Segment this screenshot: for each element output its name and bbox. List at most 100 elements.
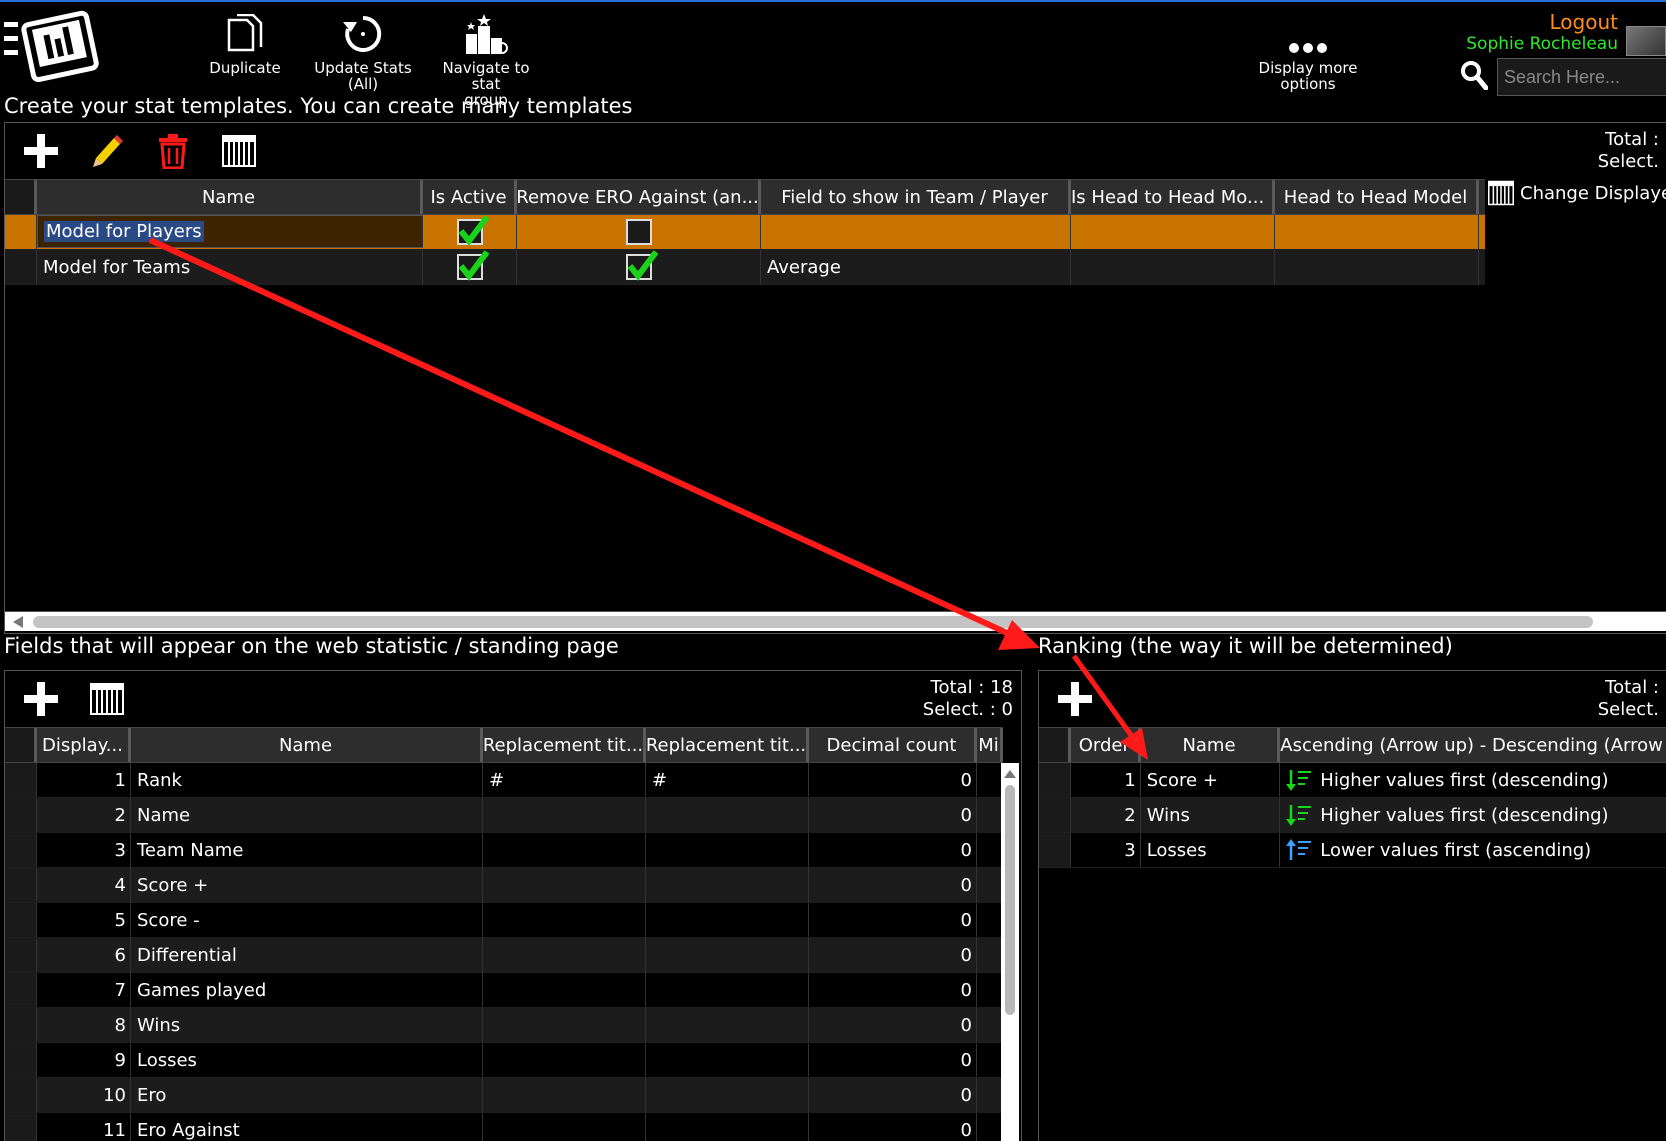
field-replacement-2[interactable] xyxy=(646,1078,809,1112)
field-order[interactable]: 7 xyxy=(37,973,131,1007)
col-order[interactable]: Order xyxy=(1071,728,1141,762)
field-decimal-count[interactable]: 0 xyxy=(809,973,977,1007)
is-active-cell[interactable] xyxy=(423,250,517,284)
templates-hscrollbar[interactable] xyxy=(5,611,1666,631)
col-name[interactable]: Name xyxy=(37,180,423,214)
columns-button[interactable] xyxy=(219,131,259,171)
field-order[interactable]: 11 xyxy=(37,1113,131,1141)
field-min[interactable] xyxy=(977,1008,1003,1042)
is-active-checkbox[interactable] xyxy=(456,215,489,246)
ranking-direction[interactable]: Higher values first (descending) xyxy=(1280,763,1666,797)
field-min[interactable] xyxy=(977,833,1003,867)
field-decimal-count[interactable]: 0 xyxy=(809,938,977,972)
field-min[interactable] xyxy=(977,868,1003,902)
ranking-order[interactable]: 2 xyxy=(1071,798,1141,832)
field-row[interactable]: 8 Wins 0 xyxy=(5,1008,1003,1043)
change-displayed-columns-button[interactable]: Change Displayed xyxy=(1488,180,1666,206)
field-replacement-1[interactable] xyxy=(483,868,646,902)
field-decimal-count[interactable]: 0 xyxy=(809,1078,977,1112)
field-row[interactable]: 9 Losses 0 xyxy=(5,1043,1003,1078)
field-name[interactable]: Differential xyxy=(131,938,483,972)
field-row[interactable]: 2 Name 0 xyxy=(5,798,1003,833)
field-decimal-count[interactable]: 0 xyxy=(809,1043,977,1077)
add-template-button[interactable] xyxy=(21,131,61,171)
field-order[interactable]: 6 xyxy=(37,938,131,972)
col-field-to-show[interactable]: Field to show in Team / Player xyxy=(761,180,1071,214)
is-active-cell[interactable] xyxy=(423,215,517,249)
field-decimal-count[interactable]: 0 xyxy=(809,833,977,867)
field-replacement-2[interactable] xyxy=(646,903,809,937)
h2h-model-cell[interactable] xyxy=(1275,250,1479,284)
field-decimal-count[interactable]: 0 xyxy=(809,868,977,902)
vscroll-thumb[interactable] xyxy=(1005,785,1015,1015)
col-display-order[interactable]: Display... xyxy=(37,728,131,762)
col-h2h-model[interactable]: Head to Head Model xyxy=(1275,180,1479,214)
field-row[interactable]: 11 Ero Against 0 xyxy=(5,1113,1003,1141)
col-decimal-count[interactable]: Decimal count xyxy=(809,728,977,762)
col-ranking-name[interactable]: Name xyxy=(1141,728,1281,762)
field-min[interactable] xyxy=(977,973,1003,1007)
field-order[interactable]: 4 xyxy=(37,868,131,902)
remove-ero-cell[interactable] xyxy=(517,250,761,284)
field-row[interactable]: 4 Score + 0 xyxy=(5,868,1003,903)
field-name[interactable]: Ero xyxy=(131,1078,483,1112)
field-row[interactable]: 10 Ero 0 xyxy=(5,1078,1003,1113)
field-name[interactable]: Rank xyxy=(131,763,483,797)
field-show-cell[interactable] xyxy=(761,215,1071,249)
field-name[interactable]: Wins xyxy=(131,1008,483,1042)
field-order[interactable]: 2 xyxy=(37,798,131,832)
fields-vscrollbar[interactable] xyxy=(1001,763,1019,1141)
update-stats-button[interactable]: Update Stats (All) xyxy=(308,10,418,92)
field-name[interactable]: Score + xyxy=(131,868,483,902)
field-replacement-1[interactable]: # xyxy=(483,763,646,797)
scroll-left-icon[interactable] xyxy=(11,614,25,630)
add-field-button[interactable] xyxy=(21,679,61,719)
field-replacement-1[interactable] xyxy=(483,973,646,1007)
field-min[interactable] xyxy=(977,1113,1003,1141)
col-replacement-title-2[interactable]: Replacement tit... xyxy=(646,728,809,762)
field-row[interactable]: 3 Team Name 0 xyxy=(5,833,1003,868)
logout-link[interactable]: Logout xyxy=(1550,10,1618,34)
field-order[interactable]: 3 xyxy=(37,833,131,867)
col-remove-ero[interactable]: Remove ERO Against (an... xyxy=(517,180,761,214)
field-order[interactable]: 1 xyxy=(37,763,131,797)
field-replacement-2[interactable] xyxy=(646,1043,809,1077)
is-h2h-cell[interactable] xyxy=(1071,215,1275,249)
field-name[interactable]: Team Name xyxy=(131,833,483,867)
field-decimal-count[interactable]: 0 xyxy=(809,903,977,937)
field-name[interactable]: Ero Against xyxy=(131,1113,483,1141)
field-min[interactable] xyxy=(977,1043,1003,1077)
field-replacement-1[interactable] xyxy=(483,833,646,867)
remove-ero-checkbox[interactable] xyxy=(625,219,652,245)
field-name[interactable]: Games played xyxy=(131,973,483,1007)
field-replacement-1[interactable] xyxy=(483,903,646,937)
search-input[interactable] xyxy=(1497,58,1666,96)
field-decimal-count[interactable]: 0 xyxy=(809,1113,977,1141)
field-replacement-1[interactable] xyxy=(483,1078,646,1112)
field-decimal-count[interactable]: 0 xyxy=(809,1008,977,1042)
col-is-h2h[interactable]: Is Head to Head Mo... xyxy=(1071,180,1275,214)
search-icon[interactable] xyxy=(1460,60,1488,90)
field-min[interactable] xyxy=(977,938,1003,972)
field-replacement-1[interactable] xyxy=(483,938,646,972)
ranking-row[interactable]: 1 Score + Higher values first (descending) xyxy=(1039,763,1666,798)
field-order[interactable]: 10 xyxy=(37,1078,131,1112)
field-replacement-1[interactable] xyxy=(483,1043,646,1077)
field-name[interactable]: Name xyxy=(131,798,483,832)
ranking-row[interactable]: 2 Wins Higher values first (descending) xyxy=(1039,798,1666,833)
ranking-name[interactable]: Score + xyxy=(1141,763,1281,797)
field-order[interactable]: 9 xyxy=(37,1043,131,1077)
duplicate-button[interactable]: Duplicate xyxy=(190,10,300,76)
field-row[interactable]: 1 Rank # #0 xyxy=(5,763,1003,798)
field-row[interactable]: 7 Games played 0 xyxy=(5,973,1003,1008)
app-logo-icon[interactable] xyxy=(2,8,102,82)
template-row[interactable]: Model for Players xyxy=(5,215,1485,250)
col-field-name[interactable]: Name xyxy=(131,728,483,762)
more-options-button[interactable]: Display more options xyxy=(1248,10,1368,92)
field-replacement-2[interactable] xyxy=(646,1008,809,1042)
field-min[interactable] xyxy=(977,1078,1003,1112)
field-replacement-2[interactable] xyxy=(646,1113,809,1141)
edit-template-button[interactable] xyxy=(87,131,127,171)
field-decimal-count[interactable]: 0 xyxy=(809,798,977,832)
field-replacement-2[interactable] xyxy=(646,833,809,867)
